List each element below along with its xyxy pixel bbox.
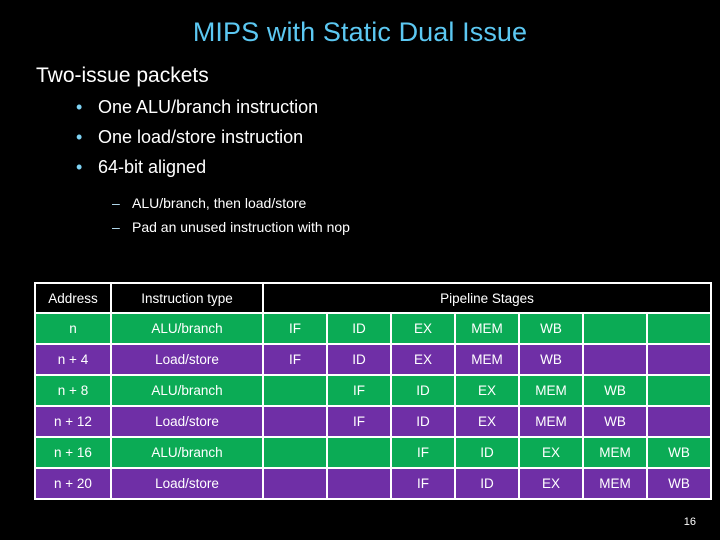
slide-title: MIPS with Static Dual Issue xyxy=(192,17,528,47)
table-row: n + 4 Load/store IF ID EX MEM WB xyxy=(36,345,711,374)
cell-instruction-type: ALU/branch xyxy=(112,438,262,467)
sub-bullet-item-1: – Pad an unused instruction with nop xyxy=(112,216,720,238)
table-row: n + 8 ALU/branch IF ID EX MEM WB xyxy=(36,376,711,405)
column-header-pipeline-stages: Pipeline Stages xyxy=(264,284,711,312)
cell-pipeline-stage: WB xyxy=(584,376,646,405)
table-row: n ALU/branch IF ID EX MEM WB xyxy=(36,314,711,343)
cell-pipeline-stage: EX xyxy=(456,407,518,436)
cell-pipeline-stage: EX xyxy=(520,438,582,467)
table-row: n + 20 Load/store IF ID EX MEM WB xyxy=(36,469,711,498)
bullet-marker-icon: • xyxy=(76,127,83,147)
bullet-label: One ALU/branch instruction xyxy=(98,97,319,117)
cell-address: n xyxy=(36,314,110,343)
cell-pipeline-stage: WB xyxy=(520,345,582,374)
bullet-label: 64-bit aligned xyxy=(98,157,207,177)
cell-address: n + 20 xyxy=(36,469,110,498)
cell-pipeline-stage: ID xyxy=(328,314,390,343)
cell-pipeline-stage: MEM xyxy=(584,469,646,498)
cell-pipeline-stage xyxy=(264,376,326,405)
cell-pipeline-stage: IF xyxy=(264,314,326,343)
cell-pipeline-stage xyxy=(328,438,390,467)
sub-bullet-label: ALU/branch, then load/store xyxy=(132,195,307,211)
cell-pipeline-stage: ID xyxy=(456,469,518,498)
cell-pipeline-stage: ID xyxy=(328,345,390,374)
cell-pipeline-stage: WB xyxy=(520,314,582,343)
cell-pipeline-stage: IF xyxy=(392,438,454,467)
cell-instruction-type: Load/store xyxy=(112,345,262,374)
cell-pipeline-stage: MEM xyxy=(520,407,582,436)
cell-pipeline-stage: WB xyxy=(648,469,711,498)
cell-instruction-type: Load/store xyxy=(112,469,262,498)
cell-pipeline-stage: MEM xyxy=(456,314,518,343)
bullet-marker-icon: • xyxy=(76,157,83,177)
cell-address: n + 16 xyxy=(36,438,110,467)
cell-pipeline-stage xyxy=(264,469,326,498)
cell-instruction-type: ALU/branch xyxy=(112,314,262,343)
column-header-instruction-type: Instruction type xyxy=(112,284,262,312)
cell-pipeline-stage xyxy=(648,345,711,374)
bullet-label: One load/store instruction xyxy=(98,127,304,147)
sub-bullet-item-0: – ALU/branch, then load/store xyxy=(112,192,720,214)
cell-pipeline-stage: ID xyxy=(392,407,454,436)
cell-pipeline-stage xyxy=(328,469,390,498)
table-body: n ALU/branch IF ID EX MEM WB n + 4 Load/store IF I… xyxy=(36,314,711,498)
cell-instruction-type: Load/store xyxy=(112,407,262,436)
bullet-item-0: • One ALU/branch instruction xyxy=(76,94,720,120)
table-header-row: Address Instruction type Pipeline Stages xyxy=(36,284,711,312)
cell-pipeline-stage: IF xyxy=(264,345,326,374)
cell-pipeline-stage: IF xyxy=(328,407,390,436)
cell-instruction-type: ALU/branch xyxy=(112,376,262,405)
cell-pipeline-stage: MEM xyxy=(456,345,518,374)
dash-marker-icon: – xyxy=(112,219,120,235)
cell-pipeline-stage xyxy=(264,407,326,436)
cell-pipeline-stage: EX xyxy=(392,314,454,343)
body-heading: Two-issue packets xyxy=(36,64,209,87)
cell-pipeline-stage xyxy=(648,314,711,343)
cell-pipeline-stage: WB xyxy=(648,438,711,467)
cell-pipeline-stage: MEM xyxy=(520,376,582,405)
cell-pipeline-stage xyxy=(584,345,646,374)
dash-marker-icon: – xyxy=(112,195,120,211)
cell-pipeline-stage xyxy=(264,438,326,467)
cell-address: n + 8 xyxy=(36,376,110,405)
bullet-item-2: • 64-bit aligned xyxy=(76,154,720,180)
cell-pipeline-stage: EX xyxy=(456,376,518,405)
bullet-item-1: • One load/store instruction xyxy=(76,124,720,150)
pipeline-schedule-table: Address Instruction type Pipeline Stages… xyxy=(34,282,713,500)
cell-pipeline-stage: ID xyxy=(456,438,518,467)
cell-pipeline-stage xyxy=(584,314,646,343)
cell-pipeline-stage: IF xyxy=(392,469,454,498)
table-row: n + 16 ALU/branch IF ID EX MEM WB xyxy=(36,438,711,467)
bullet-marker-icon: • xyxy=(76,97,83,117)
cell-pipeline-stage xyxy=(648,376,711,405)
table-row: n + 12 Load/store IF ID EX MEM WB xyxy=(36,407,711,436)
cell-pipeline-stage xyxy=(648,407,711,436)
cell-pipeline-stage: IF xyxy=(328,376,390,405)
sub-bullet-label: Pad an unused instruction with nop xyxy=(132,219,350,235)
cell-address: n + 12 xyxy=(36,407,110,436)
cell-pipeline-stage: EX xyxy=(392,345,454,374)
cell-pipeline-stage: EX xyxy=(520,469,582,498)
slide-body: Two-issue packets • One ALU/branch instr… xyxy=(0,62,720,238)
cell-pipeline-stage: ID xyxy=(392,376,454,405)
cell-pipeline-stage: WB xyxy=(584,407,646,436)
cell-address: n + 4 xyxy=(36,345,110,374)
cell-pipeline-stage: MEM xyxy=(584,438,646,467)
column-header-address: Address xyxy=(36,284,110,312)
slide-canvas: MIPS with Static Dual Issue Two-issue pa… xyxy=(0,0,720,540)
page-number: 16 xyxy=(683,516,696,528)
